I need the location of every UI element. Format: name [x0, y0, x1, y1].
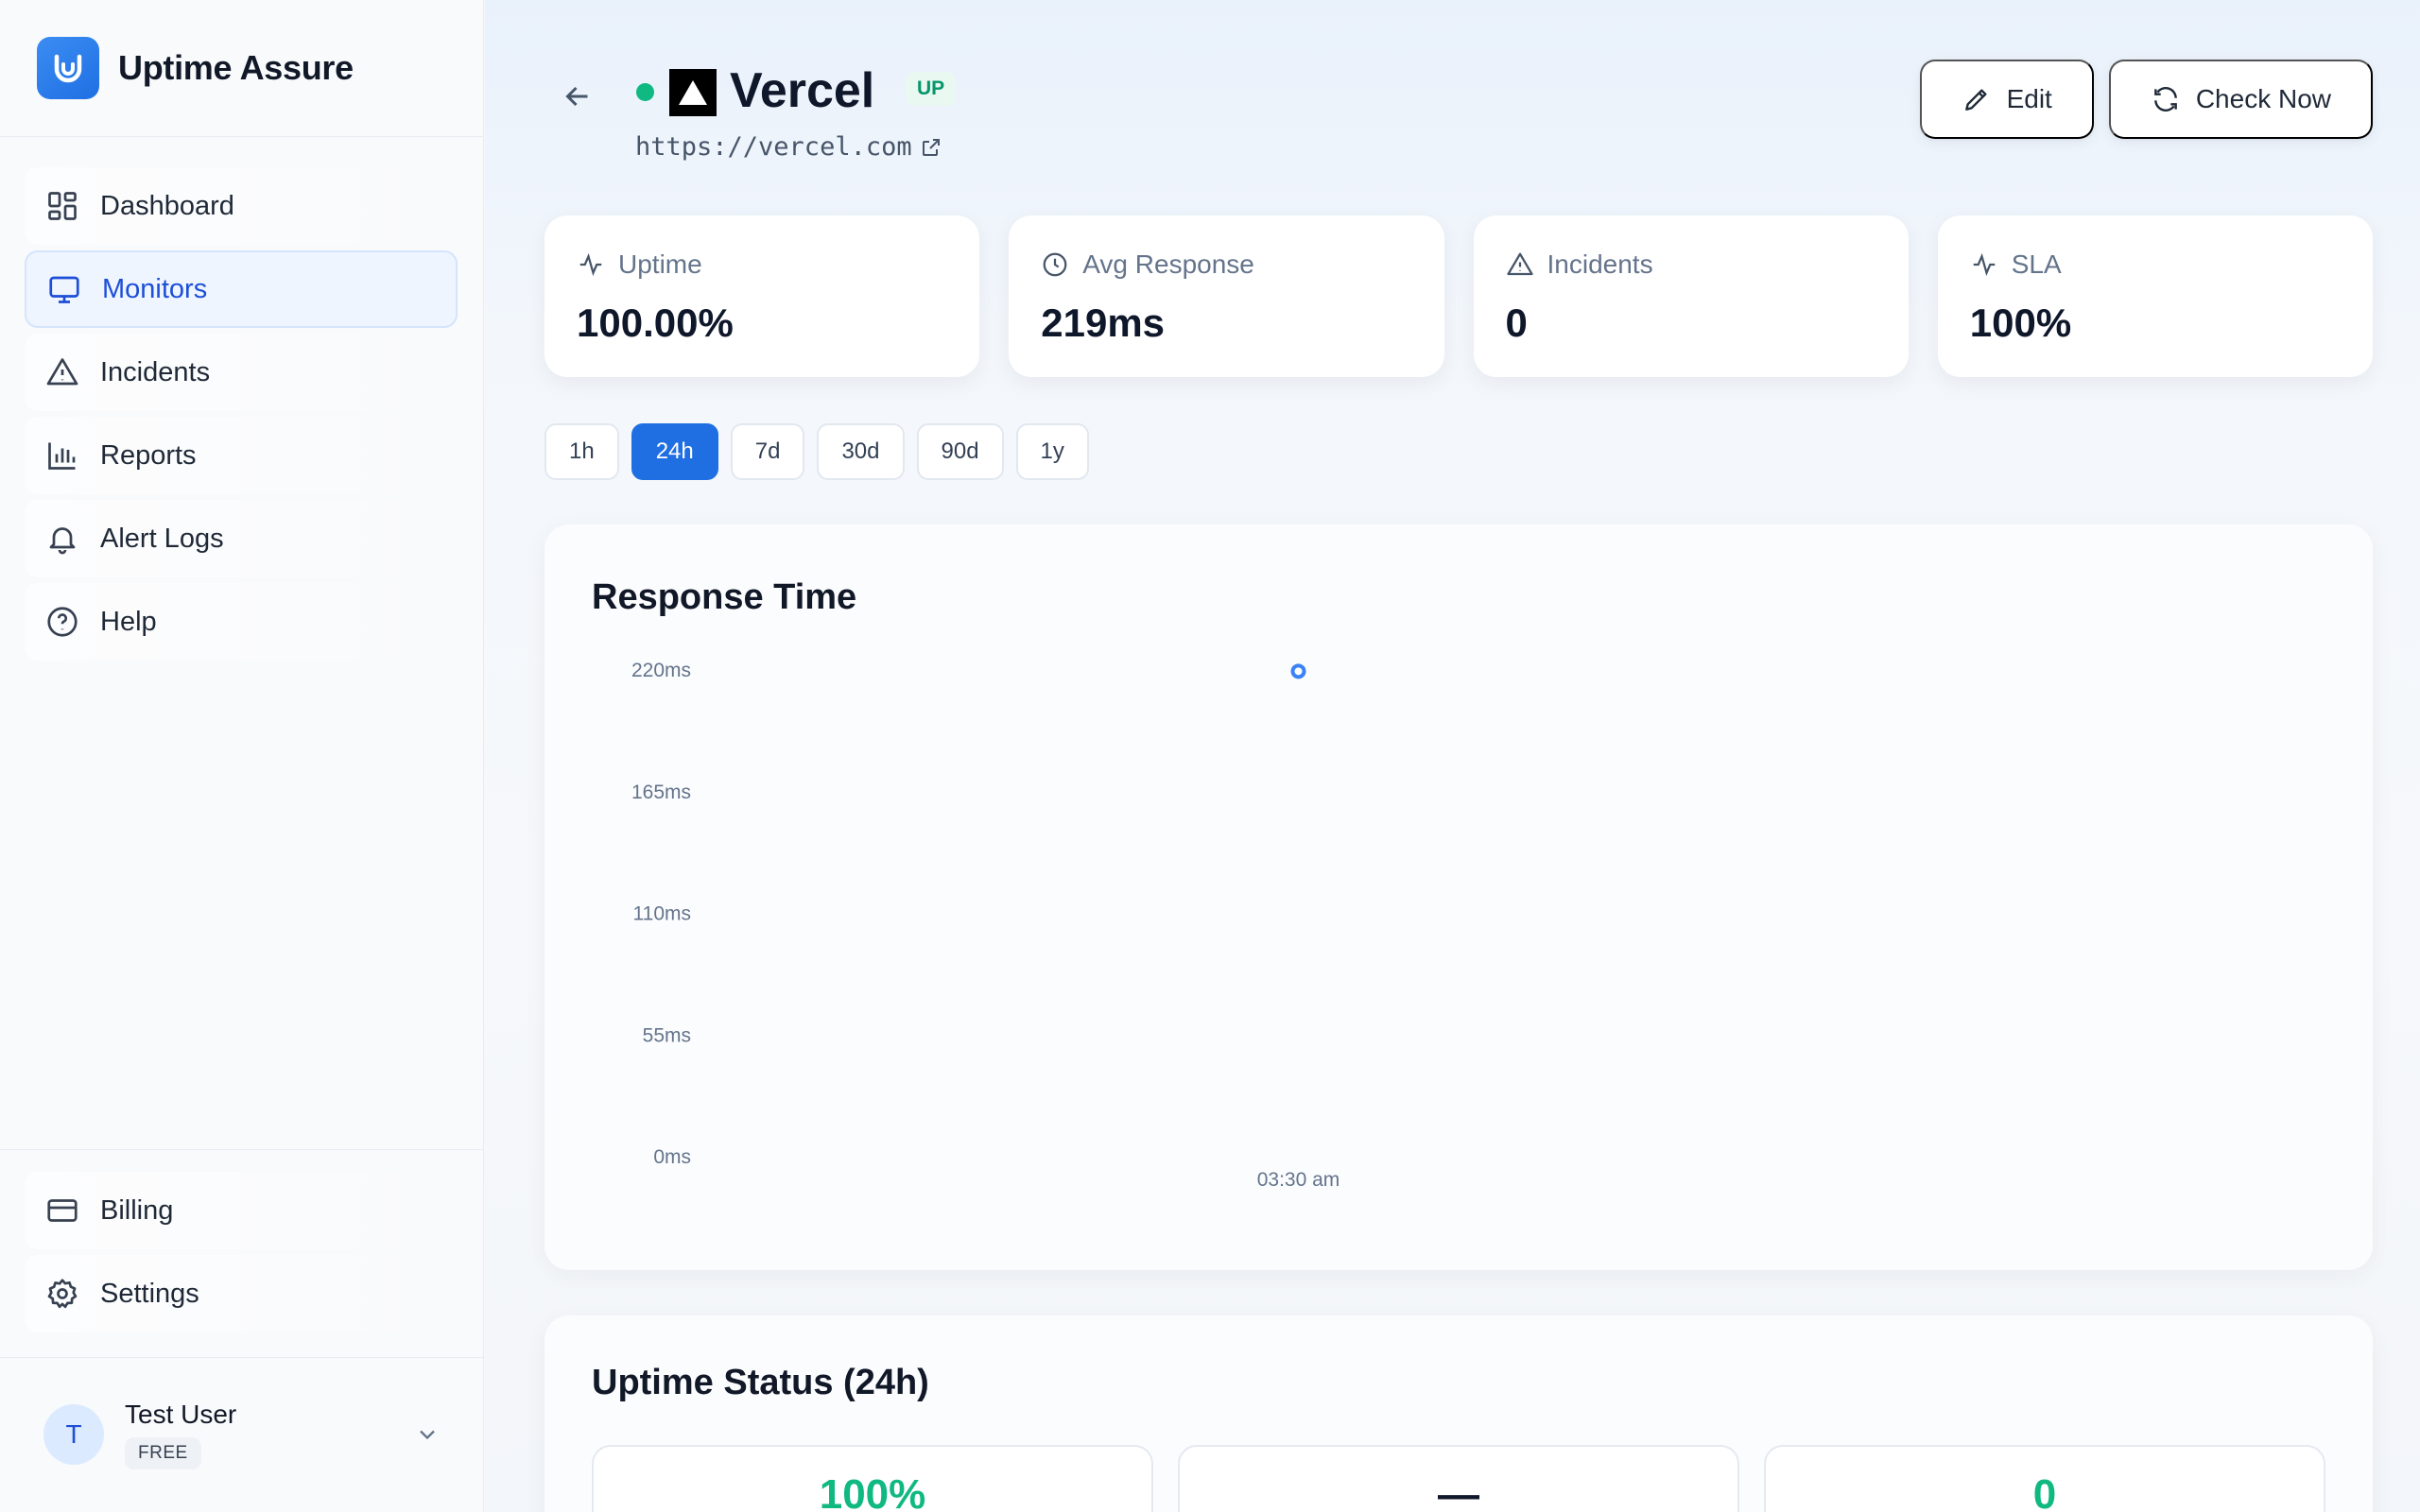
range-1y-button[interactable]: 1y [1015, 423, 1089, 480]
sidebar-item-label: Incidents [100, 356, 211, 387]
downtime-value: — [1438, 1471, 1479, 1512]
user-name: Test User [125, 1400, 237, 1429]
sidebar-item-help[interactable]: Help [25, 583, 458, 661]
user-info: Test User FREE [125, 1400, 236, 1469]
response-time-panel: Response Time 220ms 165ms 110ms 55ms 0ms 03:3… [544, 524, 2373, 1270]
warning-icon [1506, 252, 1533, 276]
y-tick-label: 55ms [643, 1024, 691, 1046]
uptime-percentage-card: 100% [592, 1445, 1153, 1512]
plan-badge: FREE [125, 1437, 201, 1469]
stat-label: SLA [2011, 249, 2062, 279]
sidebar-divider [0, 136, 484, 137]
sidebar-divider [0, 1357, 484, 1358]
x-tick-label: 03:30 am [1257, 1169, 1340, 1191]
stat-label: Incidents [1547, 249, 1653, 279]
sidebar-item-label: Help [100, 606, 157, 637]
y-tick-label: 165ms [631, 782, 691, 803]
range-1h-button[interactable]: 1h [544, 423, 619, 480]
sidebar-item-monitors[interactable]: Monitors [25, 250, 458, 328]
sidebar-item-label: Settings [100, 1278, 199, 1309]
stat-card-uptime: Uptime 100.00% [544, 215, 980, 377]
user-menu[interactable]: T Test User FREE [43, 1395, 441, 1474]
warning-icon [46, 358, 78, 386]
sidebar-nav: Dashboard Monitors Incidents Reports Ale… [25, 167, 458, 666]
sidebar-divider [0, 1149, 484, 1150]
activity-icon [1973, 252, 1995, 277]
clock-icon [1043, 252, 1067, 277]
sidebar-item-alert-logs[interactable]: Alert Logs [25, 500, 458, 577]
stat-card-sla: SLA 100% [1937, 215, 2373, 377]
sidebar-item-label: Billing [100, 1194, 174, 1226]
brand[interactable]: Uptime Assure [37, 37, 354, 99]
stat-card-avg-response: Avg Response 219ms [1009, 215, 1444, 377]
pencil-icon [1964, 89, 1987, 111]
stat-label: Avg Response [1082, 249, 1254, 279]
monitor-icon [49, 276, 79, 303]
sidebar-item-label: Reports [100, 439, 197, 471]
sidebar-item-label: Dashboard [100, 190, 234, 221]
sidebar-item-label: Monitors [102, 273, 208, 304]
range-90d-button[interactable]: 90d [916, 423, 1004, 480]
sidebar-item-dashboard[interactable]: Dashboard [25, 167, 458, 245]
sidebar-item-reports[interactable]: Reports [25, 417, 458, 494]
stat-label: Uptime [618, 249, 702, 279]
range-24h-button[interactable]: 24h [631, 423, 718, 480]
stats-row: Uptime 100.00% Avg Response 219ms Incide… [544, 215, 2373, 377]
stat-value: 100.00% [577, 301, 734, 345]
sidebar-item-incidents[interactable]: Incidents [25, 334, 458, 411]
sidebar-item-settings[interactable]: Settings [25, 1255, 458, 1332]
uptime-status-panel: Uptime Status (24h) 100% — 0 [544, 1315, 2373, 1512]
main-content: Vercel UP https://vercel.com Edit Check … [485, 0, 2420, 1512]
refresh-icon [2153, 87, 2177, 112]
range-7d-button[interactable]: 7d [730, 423, 805, 480]
downtime-card: — [1178, 1445, 1739, 1512]
sidebar-item-label: Alert Logs [100, 523, 224, 554]
app-logo-icon [37, 37, 99, 99]
back-arrow-icon[interactable] [561, 79, 595, 113]
stat-value: 100% [1969, 301, 2072, 345]
external-link-icon [922, 138, 940, 156]
monitor-url-link[interactable]: https://vercel.com [635, 132, 942, 162]
dashboard-icon [48, 192, 77, 220]
data-point[interactable] [1290, 663, 1306, 679]
status-indicator [636, 83, 654, 101]
outages-card: 0 [1764, 1445, 2325, 1512]
range-30d-button[interactable]: 30d [817, 423, 905, 480]
stat-card-incidents: Incidents 0 [1473, 215, 1909, 377]
sidebar: Uptime Assure Dashboard Monitors Inciden… [0, 0, 484, 1512]
edit-button-label: Edit [2006, 84, 2052, 113]
bell-icon [49, 527, 76, 555]
uptime-status-cards: 100% — 0 [592, 1445, 2325, 1512]
panel-title: Uptime Status (24h) [592, 1363, 929, 1402]
check-now-button-label: Check Now [2195, 84, 2331, 113]
status-badge: UP [906, 72, 957, 106]
edit-button[interactable]: Edit [1919, 60, 2094, 139]
time-range-selector: 1h 24h 7d 30d 90d 1y [544, 423, 1089, 480]
y-tick-label: 0ms [653, 1146, 691, 1168]
monitor-url: https://vercel.com [635, 132, 912, 162]
y-tick-label: 220ms [631, 660, 691, 681]
response-time-chart[interactable]: 220ms 165ms 110ms 55ms 0ms 03:30 am [544, 524, 2373, 1270]
outages-value: 0 [2032, 1471, 2057, 1512]
y-tick-label: 110ms [633, 903, 691, 925]
bar-chart-icon [48, 442, 76, 470]
avatar: T [43, 1404, 104, 1465]
stat-value: 219ms [1041, 301, 1166, 345]
app-name: Uptime Assure [118, 48, 354, 87]
monitor-name: Vercel [730, 63, 875, 118]
activity-icon [579, 252, 602, 277]
sidebar-item-billing[interactable]: Billing [25, 1172, 458, 1249]
chevron-down-icon[interactable] [414, 1421, 441, 1448]
sidebar-bottom-nav: Billing Settings [25, 1172, 458, 1338]
help-icon [47, 607, 78, 637]
vercel-logo-icon [669, 69, 717, 116]
check-now-button[interactable]: Check Now [2108, 60, 2373, 139]
header-actions: Edit Check Now [1919, 60, 2373, 139]
gear-icon [47, 1279, 78, 1309]
stat-value: 0 [1505, 301, 1528, 345]
uptime-value: 100% [819, 1471, 926, 1512]
credit-card-icon [47, 1199, 78, 1222]
